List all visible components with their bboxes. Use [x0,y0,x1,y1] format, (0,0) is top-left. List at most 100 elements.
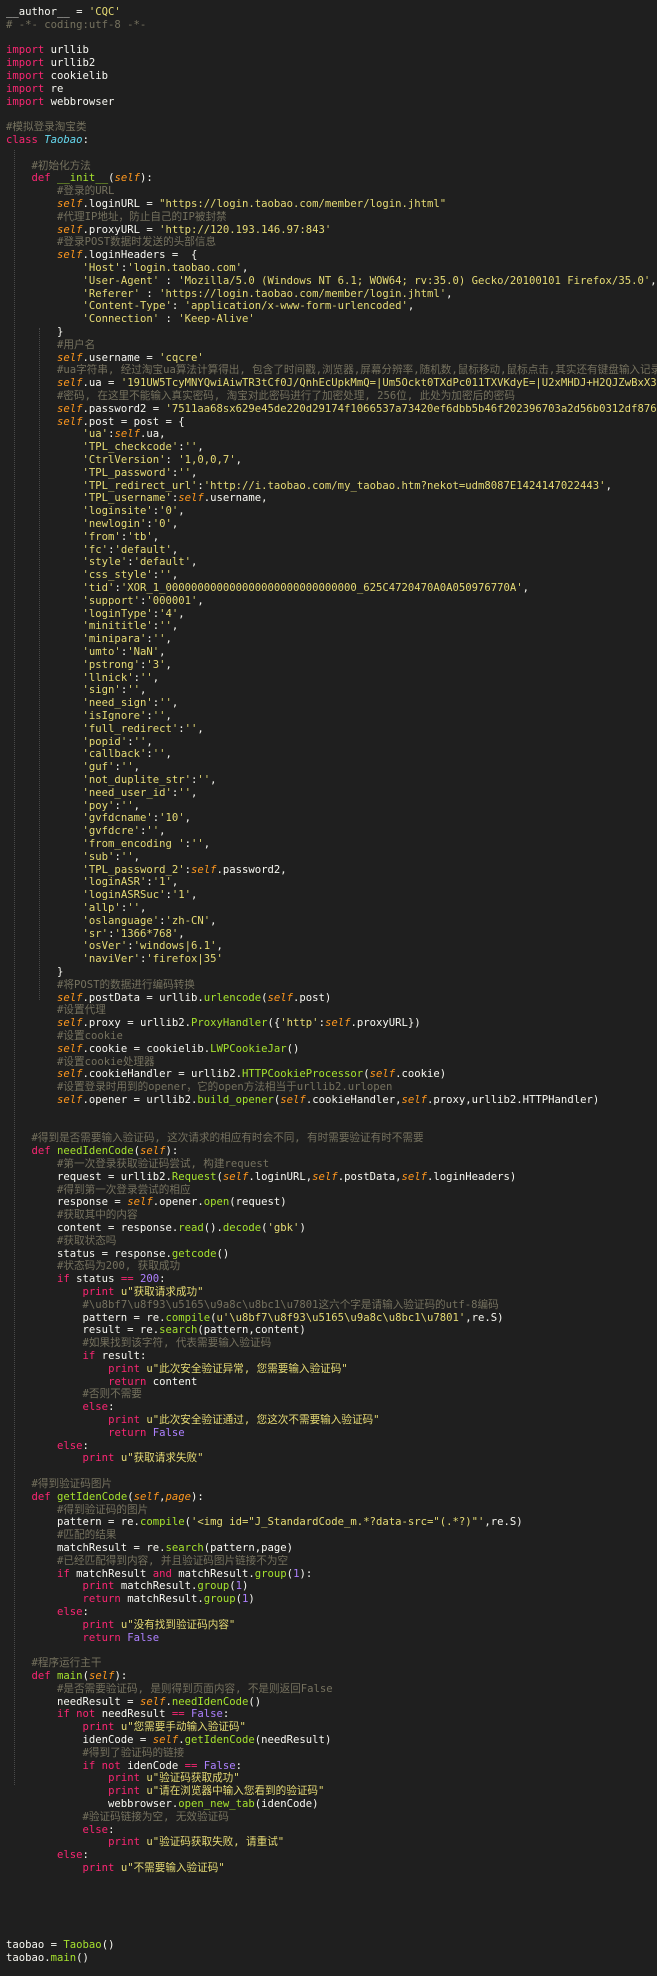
code-token: 'full_redirect' [82,722,179,735]
code-editor[interactable]: __author__ = 'CQC' # -*- coding:utf-8 -*-… [0,0,657,1976]
code-line: 'osVer':'windows|6.1', [6,940,657,953]
code-token: import [6,95,45,108]
code-line: def getIdenCode(self,page): [6,1491,657,1504]
code-token: else [57,1606,83,1618]
code-token: '' [191,838,204,850]
code-token: print [82,1721,115,1734]
code-token: 'need_sign' [82,697,153,710]
code-token: : [222,1708,230,1721]
code-token: self [57,402,83,415]
code-token: "https://login.taobao.com/member/login.j… [159,198,447,210]
code-token: self [57,351,83,364]
code-token: #密码, 在这里不能输入真实密码, 淘宝对此密码进行了加密处理, 256位, 此… [57,390,515,402]
code-token: : [159,1273,166,1286]
code-line: #如果找到该字符, 代表需要输入验证码 [6,1337,657,1350]
code-line: #是否需要验证码, 是则得到页面内容, 不是则返回False [6,1683,657,1696]
code-token: , [171,518,179,530]
code-token: 'application/x-www-form-urlencoded' [184,300,408,313]
code-token: u"此次安全验证通过, 您这次不需要输入验证码" [146,1414,380,1426]
code-line: print u"验证码获取失败, 请重试" [6,1836,657,1849]
code-token: == [184,1759,198,1772]
code-token: , [171,697,179,710]
code-token: 'zh-CN' [165,914,211,927]
code-token: '' [178,786,191,799]
code-line: def needIdenCode(self): [6,1145,657,1158]
code-token: ({ [267,1017,281,1030]
code-token: return [108,1375,147,1388]
code-line: 'Connection' : 'Keep-Alive' [6,313,657,326]
code-token: 'Host' [82,262,121,274]
code-token: '10' [159,812,185,825]
code-token: '' [159,569,172,582]
code-token: import [6,70,45,82]
code-line: __author__ = 'CQC' [6,6,657,19]
code-token: () [76,1951,89,1964]
code-token: ): [299,1567,313,1580]
code-token: , [139,902,147,914]
code-token: ): [165,1145,179,1158]
code-line: if status == 200: [6,1273,657,1286]
code-token: ): [139,172,153,185]
code-line: 'sr':'1366*768', [6,928,657,941]
code-token: .ua = [82,377,121,390]
code-token: self [324,1017,351,1030]
code-token: decode [222,1222,262,1234]
code-token: 'loginsite' [82,505,153,518]
code-line: #获取状态吗 [6,1235,657,1248]
code-token: else [82,1823,109,1836]
code-token: , [242,262,249,274]
code-line: 'full_redirect':'', [6,723,657,736]
code-token: print [108,1414,140,1426]
code-token: 'cqcre' [159,351,204,364]
code-token: u"获取请求成功" [120,1286,204,1298]
code-token: , [165,710,172,722]
code-token: return [82,1631,121,1644]
code-token: 'ua' [82,428,109,441]
code-line: 'minititle':'', [6,620,657,633]
code-token: #状态码为200, 获取成功 [57,1260,181,1273]
code-token: : [165,454,179,466]
code-token: .loginHeaders = { [82,249,198,262]
code-token: 'TPL_password' [82,466,172,479]
code-line: 'CtrlVersion': '1,0,0,7', [6,454,657,467]
code-line: print u"没有找到验证码内容" [6,1619,657,1632]
code-token: 'popid' [82,735,128,748]
code-token: '' [152,633,166,646]
code-token: .cookieHandler, [305,1094,402,1106]
code-token: search [159,1324,198,1337]
code-token: print [82,1580,115,1593]
code-line: #登录的URL [6,185,657,198]
code-line: 'css_style':'', [6,569,657,582]
code-token: 'CQC' [88,6,121,18]
code-token: import [6,57,45,70]
code-token: matchResult [69,1567,153,1580]
code-line: 'not_duplite_str':'', [6,774,657,787]
code-line: if matchResult and matchResult.group(1): [6,1568,657,1581]
code-token: , [197,722,204,735]
code-token: , [197,594,204,607]
code-token: def [31,1145,51,1158]
code-token: : [82,1606,89,1618]
code-token: self [280,1094,306,1106]
code-token: .username, [203,492,268,505]
code-token: self [57,1017,83,1030]
code-line: 'Host':'login.taobao.com', [6,262,657,275]
code-token: '7511aa68sx629e45de220d29174f1066537a734… [165,402,657,415]
code-line: 'tid':'XOR_1_000000000000000000000000000… [6,582,657,595]
code-token: open_new_tab [178,1798,255,1810]
code-line: 'callback':'', [6,748,657,761]
code-token: u"没有找到验证码内容" [120,1618,236,1631]
